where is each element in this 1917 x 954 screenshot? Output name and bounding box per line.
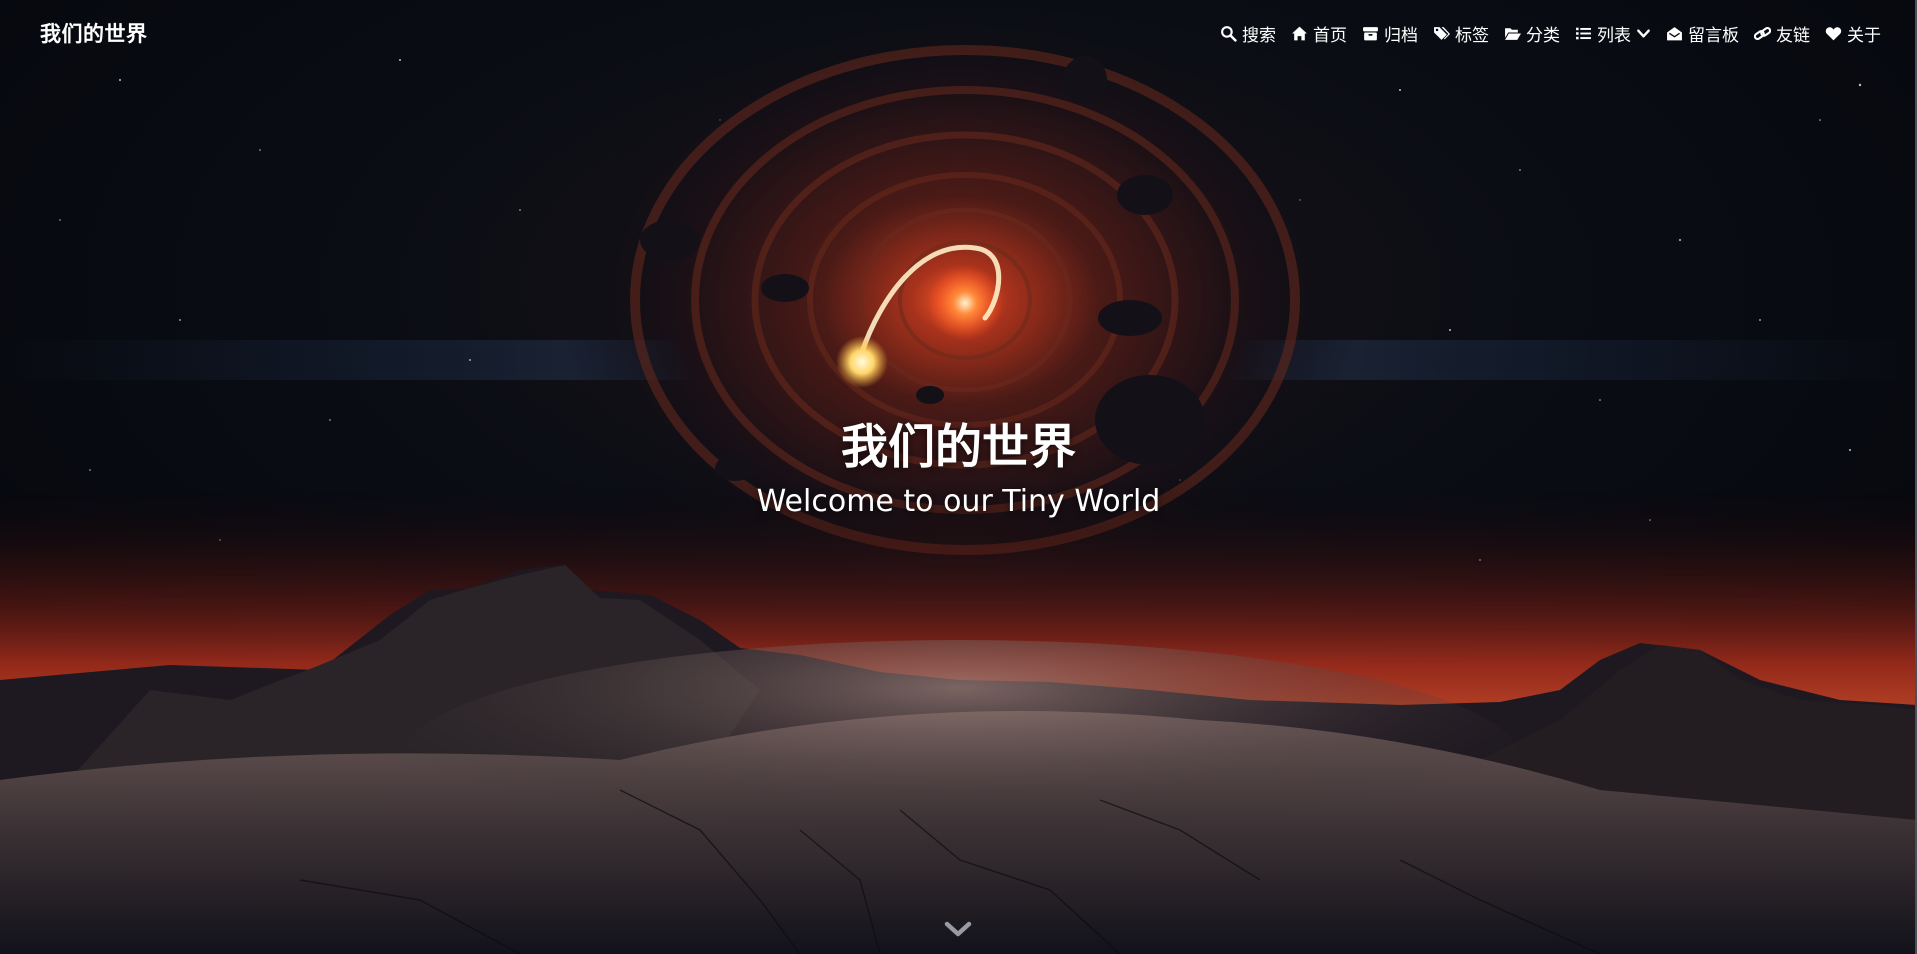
search-icon [1220,25,1237,42]
list-icon [1575,25,1592,42]
scroll-down-button[interactable] [943,918,973,940]
tags-icon [1433,25,1450,42]
nav-item-label: 关于 [1847,25,1881,46]
navbar: 我们的世界 搜索 首页 归档 标签 分类 列表 留言板 友链 关于 [0,0,1917,66]
nav-item-label: 友链 [1776,25,1810,46]
page: 我们的世界 搜索 首页 归档 标签 分类 列表 留言板 友链 关于 我们的世界 … [0,0,1917,954]
nav-item-label: 留言板 [1688,25,1739,46]
nav-item-label: 标签 [1455,25,1489,46]
nav-item-label: 分类 [1526,25,1560,46]
nav-menu: 搜索 首页 归档 标签 分类 列表 留言板 友链 关于 [1220,21,1881,46]
chevron-down-icon [1636,26,1651,41]
hero-subtitle: Welcome to our Tiny World [756,484,1161,519]
nav-item-guestbook[interactable]: 留言板 [1666,21,1739,46]
nav-item-about[interactable]: 关于 [1825,21,1881,46]
heart-icon [1825,25,1842,42]
link-icon [1754,25,1771,42]
nav-item-label: 搜索 [1242,25,1276,46]
nav-item-archive[interactable]: 归档 [1362,21,1418,46]
nav-item-list-dropdown[interactable]: 列表 [1575,21,1651,46]
home-icon [1291,25,1308,42]
nav-item-label: 列表 [1597,25,1631,46]
folder-open-icon [1504,25,1521,42]
nav-item-tags[interactable]: 标签 [1433,21,1489,46]
nav-item-categories[interactable]: 分类 [1504,21,1560,46]
archive-icon [1362,25,1379,42]
nav-item-label: 首页 [1313,25,1347,46]
envelope-open-icon [1666,25,1683,42]
nav-item-home[interactable]: 首页 [1291,21,1347,46]
chevron-down-icon [944,921,972,937]
nav-item-search[interactable]: 搜索 [1220,21,1276,46]
hero-text: 我们的世界 Welcome to our Tiny World [0,414,1917,522]
nav-item-label: 归档 [1384,25,1418,46]
site-name-link[interactable]: 我们的世界 [40,18,148,48]
hero-title: 我们的世界 [841,420,1076,475]
nav-item-friend-links[interactable]: 友链 [1754,21,1810,46]
